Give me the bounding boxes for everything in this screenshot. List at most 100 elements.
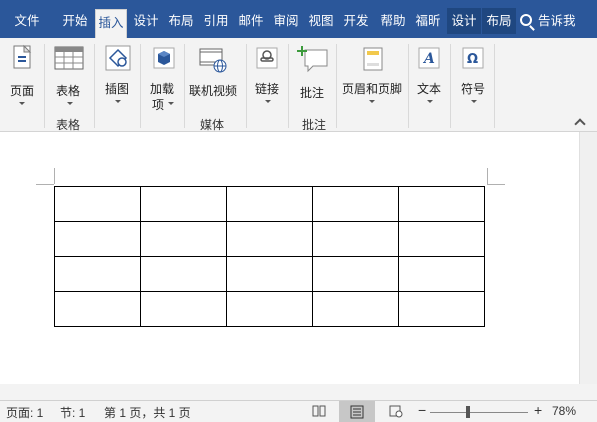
symbols-button[interactable]: Ω 符号 <box>456 42 490 112</box>
table-cell[interactable] <box>312 256 399 292</box>
group-label-tables: 表格 <box>56 118 81 132</box>
chevron-down-icon <box>67 102 73 105</box>
table-row <box>54 186 485 222</box>
print-layout-button[interactable] <box>339 401 375 422</box>
zoom-slider-track[interactable] <box>430 412 528 413</box>
omega-icon: Ω <box>462 47 484 69</box>
tab-mailings[interactable]: 邮件 <box>235 8 267 34</box>
tab-help[interactable]: 帮助 <box>377 8 409 34</box>
status-page[interactable]: 页面: 1 <box>6 404 43 421</box>
link-button[interactable]: 链接 <box>250 42 284 112</box>
chevron-down-icon <box>115 100 121 103</box>
tab-table-layout[interactable]: 布局 <box>482 8 516 34</box>
chevron-down-icon <box>427 100 433 103</box>
group-divider <box>94 44 95 128</box>
document-page[interactable] <box>0 132 579 384</box>
group-divider <box>408 44 409 128</box>
margin-corner-mark <box>54 168 55 184</box>
tab-view[interactable]: 视图 <box>305 8 337 34</box>
ribbon-insert: 页面 表格 表格 插图 加载 项 联机视频 媒体 链接 批注 批注 页眉和页脚 … <box>0 38 597 132</box>
zoom-in-button[interactable]: + <box>534 402 542 418</box>
status-bar: 页面: 1 节: 1 第 1 页，共 1 页 − + 78% <box>0 400 597 422</box>
online-video-button[interactable]: 联机视频 <box>186 42 240 112</box>
table-row <box>54 291 485 327</box>
zoom-out-button[interactable]: − <box>418 402 426 418</box>
table-cell[interactable] <box>226 291 313 327</box>
illustrations-label: 插图 <box>105 82 130 96</box>
table-cell[interactable] <box>398 186 485 222</box>
pages-label: 页面 <box>10 84 35 98</box>
table-button[interactable]: 表格 <box>50 42 90 112</box>
illustrations-button[interactable]: 插图 <box>100 42 136 112</box>
print-layout-icon <box>350 405 364 419</box>
tell-me-search[interactable]: 告诉我 <box>520 8 576 34</box>
link-label: 链接 <box>255 82 280 96</box>
group-divider <box>336 44 337 128</box>
table-cell[interactable] <box>398 221 485 257</box>
pages-button[interactable]: 页面 <box>4 42 40 112</box>
document-canvas <box>0 132 579 384</box>
table-row <box>54 256 485 292</box>
header-footer-button[interactable]: 页眉和页脚 <box>340 42 404 112</box>
status-section[interactable]: 节: 1 <box>60 404 85 421</box>
pages-icon <box>13 44 32 69</box>
tab-table-design[interactable]: 设计 <box>447 8 481 34</box>
chevron-down-icon <box>168 102 174 105</box>
comment-button[interactable]: 批注 <box>292 42 332 112</box>
margin-corner-mark <box>36 184 54 185</box>
table-cell[interactable] <box>312 186 399 222</box>
tell-me-label: 告诉我 <box>538 14 576 28</box>
tab-foxit[interactable]: 福昕 <box>412 8 444 34</box>
table-cell[interactable] <box>54 186 141 222</box>
text-button[interactable]: A 文本 <box>412 42 446 112</box>
table-cell[interactable] <box>54 256 141 292</box>
table-cell[interactable] <box>140 256 227 292</box>
table-cell[interactable] <box>312 291 399 327</box>
table-cell[interactable] <box>140 186 227 222</box>
collapse-ribbon-icon[interactable] <box>574 118 586 130</box>
zoom-slider-thumb[interactable] <box>466 406 470 418</box>
text-box-icon: A <box>418 47 440 69</box>
chevron-down-icon <box>471 100 477 103</box>
web-layout-icon[interactable] <box>389 404 403 418</box>
link-icon <box>256 47 278 69</box>
table-cell[interactable] <box>226 256 313 292</box>
tab-design[interactable]: 设计 <box>130 8 162 34</box>
zoom-level[interactable]: 78% <box>552 404 576 418</box>
tab-home[interactable]: 开始 <box>56 8 94 34</box>
table-cell[interactable] <box>54 221 141 257</box>
margin-corner-mark <box>487 168 488 184</box>
tab-file[interactable]: 文件 <box>4 8 50 34</box>
table-cell[interactable] <box>140 221 227 257</box>
text-label: 文本 <box>417 82 442 96</box>
table-cell[interactable] <box>140 291 227 327</box>
group-divider <box>246 44 247 128</box>
group-divider <box>288 44 289 128</box>
addins-label-line2: 项 <box>152 98 165 112</box>
group-label-media: 媒体 <box>200 118 225 132</box>
new-comment-icon <box>297 46 328 73</box>
tab-layout[interactable]: 布局 <box>165 8 197 34</box>
document-table[interactable] <box>54 186 485 327</box>
comment-label: 批注 <box>300 86 325 100</box>
table-cell[interactable] <box>398 256 485 292</box>
table-cell[interactable] <box>226 186 313 222</box>
vertical-scrollbar[interactable] <box>579 132 597 384</box>
addins-button[interactable]: 加载 项 <box>146 42 182 112</box>
group-divider <box>184 44 185 128</box>
table-cell[interactable] <box>226 221 313 257</box>
svg-text:Ω: Ω <box>467 52 478 67</box>
svg-text:A: A <box>422 51 435 67</box>
tab-developer[interactable]: 开发 <box>340 8 372 34</box>
read-mode-icon[interactable] <box>312 404 326 418</box>
tab-references[interactable]: 引用 <box>200 8 232 34</box>
tab-insert[interactable]: 插入 <box>95 9 127 38</box>
status-page-of[interactable]: 第 1 页，共 1 页 <box>104 404 191 421</box>
table-row <box>54 221 485 257</box>
symbols-label: 符号 <box>461 82 486 96</box>
addins-icon <box>153 47 175 69</box>
table-cell[interactable] <box>398 291 485 327</box>
table-cell[interactable] <box>54 291 141 327</box>
tab-review[interactable]: 审阅 <box>270 8 302 34</box>
table-cell[interactable] <box>312 221 399 257</box>
